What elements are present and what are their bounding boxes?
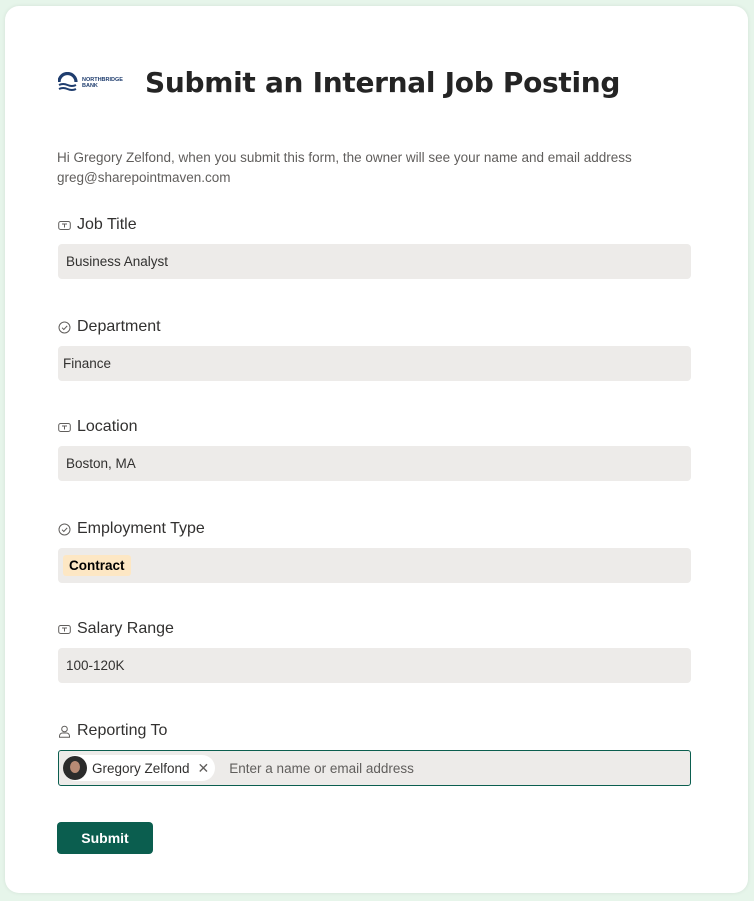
page-title: Submit an Internal Job Posting (145, 66, 621, 99)
reporting-to-people-picker[interactable]: Gregory Zelfond ✕ (58, 750, 691, 786)
salary-range-input[interactable]: 100-120K (58, 648, 691, 683)
department-select[interactable]: Finance (58, 346, 691, 381)
location-label: Location (58, 417, 138, 437)
department-label: Department (58, 317, 161, 337)
job-title-label: Job Title (58, 215, 137, 235)
persona-chip[interactable]: Gregory Zelfond ✕ (63, 755, 216, 781)
person-icon (59, 725, 70, 738)
choice-pill: Contract (63, 555, 131, 576)
people-search-input[interactable] (227, 759, 690, 777)
close-icon[interactable]: ✕ (198, 760, 210, 777)
location-input[interactable]: Boston, MA (58, 446, 691, 481)
avatar (63, 756, 87, 780)
submit-button[interactable]: Submit (57, 822, 153, 854)
choice-icon (58, 321, 71, 333)
reporting-to-label: Reporting To (58, 721, 167, 741)
choice-icon (58, 523, 71, 535)
text-field-icon (58, 422, 71, 432)
salary-range-label: Salary Range (58, 619, 174, 639)
job-title-input[interactable]: Business Analyst (58, 244, 691, 279)
text-field-icon (58, 624, 71, 634)
employment-type-label: Employment Type (58, 519, 205, 539)
employment-type-select[interactable]: Contract (58, 548, 691, 583)
persona-name: Gregory Zelfond (92, 760, 190, 776)
company-logo: NORTHBRIDGE BANK (57, 71, 128, 94)
text-field-icon (58, 220, 71, 230)
svg-text:BANK: BANK (82, 83, 98, 89)
intro-text: Hi Gregory Zelfond, when you submit this… (57, 150, 632, 185)
